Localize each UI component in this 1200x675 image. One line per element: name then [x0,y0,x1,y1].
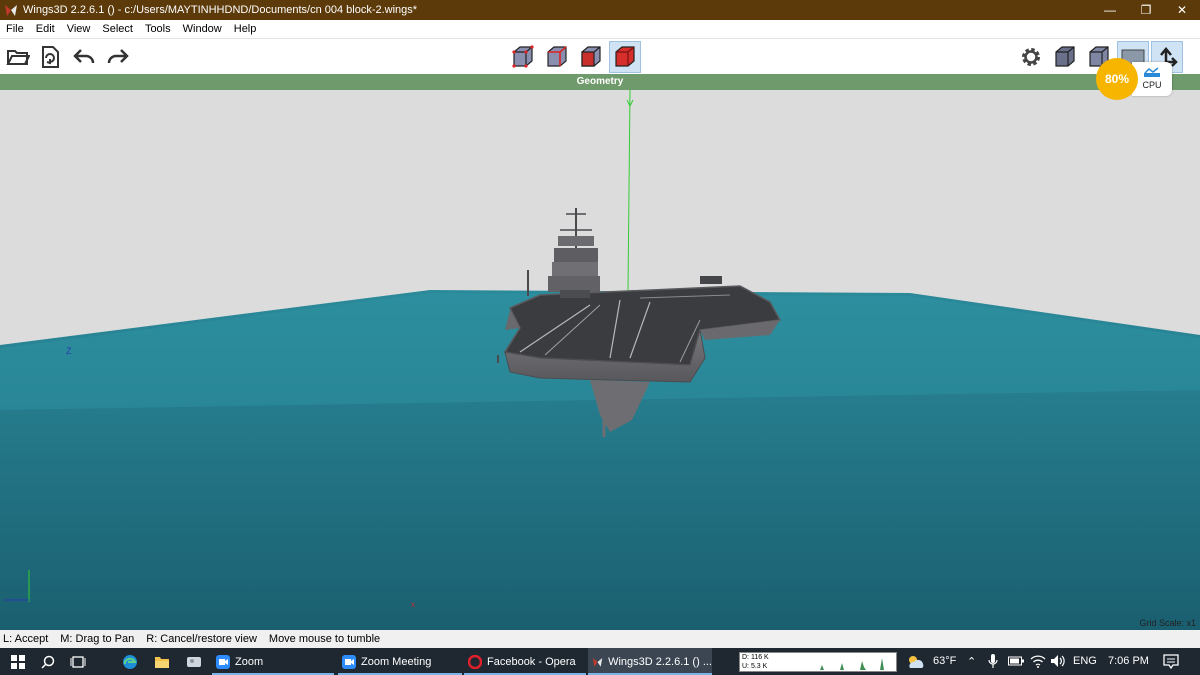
opera-icon [468,654,482,669]
cube-view-icon [1055,46,1075,67]
body-mode-icon [615,46,635,67]
task-view-icon [70,655,86,668]
search-button[interactable] [38,648,58,675]
menu-bar: File Edit View Select Tools Window Help [0,20,1200,38]
wings3d-icon [5,5,17,16]
settings-icon [1022,48,1040,66]
taskbar-app-label: Zoom Meeting [361,655,432,668]
edge-mode-icon [547,46,567,67]
import-icon [42,46,59,68]
body-mode-button[interactable] [609,41,641,73]
windows-logo-icon [11,654,25,669]
folder-icon [155,656,169,668]
cpu-monitor-widget[interactable]: CPU 80% [1096,58,1174,100]
vertex-mode-button[interactable] [507,41,539,73]
zoom-icon [216,654,230,669]
gallery-app-icon [187,656,201,667]
taskbar-app-opera[interactable]: Facebook - Opera [464,648,586,675]
search-icon [41,655,55,669]
status-hint-right: R: Cancel/restore view [146,633,257,645]
taskbar-app-label: Facebook - Opera [487,655,576,668]
edge-browser-icon [123,654,137,669]
grid-scale-label: Grid Scale: x1 [1139,618,1196,628]
import-button[interactable] [34,41,66,73]
menu-file[interactable]: File [0,23,30,35]
status-hint-tumble: Move mouse to tumble [268,633,381,645]
wifi-icon[interactable] [1030,654,1046,668]
y-axis-line [627,90,631,291]
net-up: U: 5.3 K [742,663,768,670]
menu-select[interactable]: Select [96,23,139,35]
open-button[interactable] [2,41,34,73]
face-mode-button[interactable] [575,41,607,73]
geometry-viewport[interactable]: x Z Grid Scale: x1 [0,90,1200,630]
network-graph [810,658,896,670]
windows-taskbar: Zoom Zoom Meeting Facebook - Opera Wings… [0,648,1200,675]
microphone-icon[interactable] [988,654,998,669]
window-title: Wings3D 2.2.6.1 () - c:/Users/MAYTINHHDN… [23,4,418,16]
input-language[interactable]: ENG [1073,655,1097,667]
gizmo-x-mark: x [411,600,415,609]
restore-button[interactable]: ❐ [1128,0,1164,20]
zoom-icon [342,654,356,669]
open-folder-icon [6,50,30,65]
edge-mode-button[interactable] [541,41,573,73]
cpu-chart-icon [1144,67,1160,77]
app-taskbar-button[interactable] [184,648,204,675]
geometry-window-title: Geometry [0,74,1200,90]
battery-icon[interactable] [1008,656,1024,666]
tray-overflow-icon[interactable]: ⌃ [967,655,976,668]
cpu-label: CPU [1142,80,1162,90]
cpu-percent: 80% [1096,58,1138,100]
scene-canvas: x [0,90,1200,630]
status-hint-left: L: Accept [3,633,49,645]
toolbar [0,38,1200,74]
undo-button[interactable] [68,41,100,73]
face-mode-icon [581,46,601,67]
menu-tools[interactable]: Tools [139,23,177,35]
menu-window[interactable]: Window [177,23,228,35]
status-hint-middle: M: Drag to Pan [60,633,135,645]
close-button[interactable]: ✕ [1164,0,1200,20]
notifications-icon[interactable] [1163,654,1179,669]
minimize-button[interactable]: — [1092,0,1128,20]
redo-icon [107,49,129,64]
undo-icon [73,49,95,64]
weather-icon[interactable] [906,654,926,670]
menu-view[interactable]: View [61,23,97,35]
taskbar-app-label: Zoom [235,655,264,668]
vertex-mode-icon [512,45,534,68]
status-bar: L: Accept M: Drag to Pan R: Cancel/resto… [0,630,1200,648]
cube-view-button[interactable] [1049,41,1081,73]
network-monitor: D: 116 K U: 5.3 K [739,652,897,672]
redo-button[interactable] [102,41,134,73]
edge-taskbar-button[interactable] [120,648,140,675]
wings3d-icon [592,657,603,667]
taskbar-app-label: Wings3D 2.2.6.1 () ... [608,655,712,668]
menu-help[interactable]: Help [228,23,263,35]
menu-edit[interactable]: Edit [30,23,61,35]
clock-time[interactable]: 7:06 PM [1108,655,1149,667]
title-bar: Wings3D 2.2.6.1 () - c:/Users/MAYTINHHDN… [0,0,1200,20]
task-view-button[interactable] [68,648,88,675]
cpu-tab: CPU [1132,62,1172,96]
z-axis-label: Z [66,346,72,356]
weather-temperature[interactable]: 63°F [933,655,956,667]
taskbar-app-zoom[interactable]: Zoom [212,648,334,675]
net-down: D: 116 K [742,654,769,661]
wings3d-window: Wings3D 2.2.6.1 () - c:/Users/MAYTINHHDN… [0,0,1200,675]
start-button[interactable] [6,648,30,675]
settings-button[interactable] [1015,41,1047,73]
volume-icon[interactable] [1050,654,1066,668]
file-explorer-button[interactable] [152,648,172,675]
taskbar-app-wings3d[interactable]: Wings3D 2.2.6.1 () ... [588,648,712,675]
taskbar-app-zoom-meeting[interactable]: Zoom Meeting [338,648,462,675]
